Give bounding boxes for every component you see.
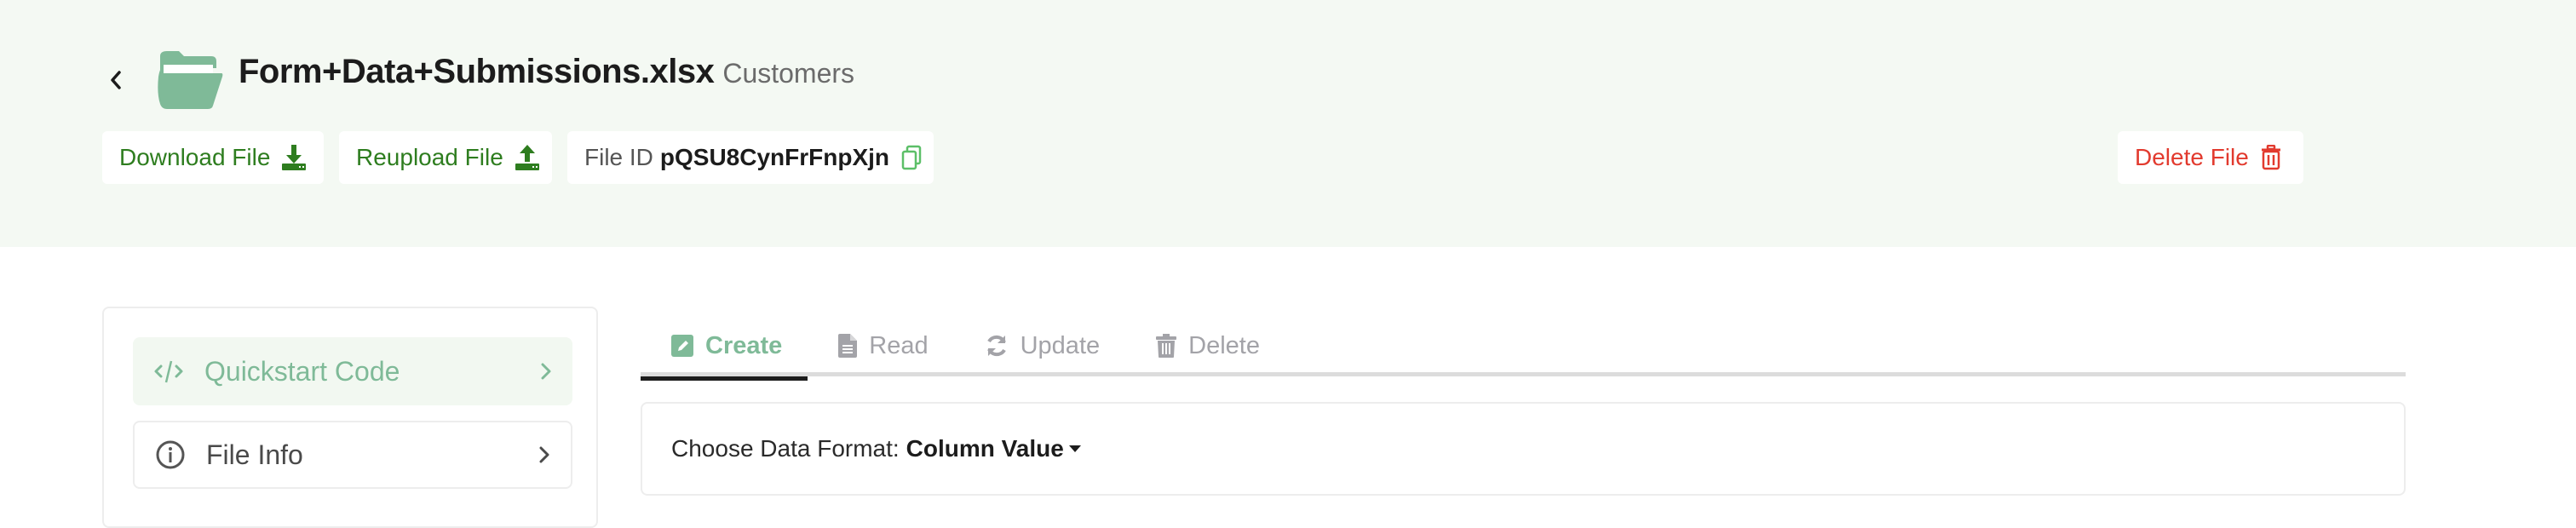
code-icon [154, 360, 183, 383]
crud-tabs: Create Read Update Delete [641, 315, 2406, 381]
trash-icon [1156, 334, 1177, 358]
tab-update[interactable]: Update [954, 315, 1126, 376]
data-format-card: Choose Data Format: Column Value [641, 402, 2406, 496]
chevron-left-icon [111, 71, 121, 89]
sidebar-item-quickstart-code[interactable]: Quickstart Code [133, 337, 572, 405]
sidebar-item-label: File Info [206, 439, 303, 470]
file-header: Form+Data+Submissions.xlsx Customers Dow… [0, 0, 2576, 247]
reupload-file-label: Reupload File [356, 144, 503, 170]
tab-delete[interactable]: Delete [1125, 315, 1285, 376]
delete-file-label: Delete File [2135, 144, 2249, 170]
tab-label: Delete [1188, 331, 1260, 359]
caret-down-icon [1068, 445, 1081, 452]
sheet-name: Customers [722, 58, 855, 89]
chevron-right-icon [539, 446, 549, 463]
file-icon [838, 334, 858, 358]
folder-open-icon [158, 51, 223, 109]
info-icon [156, 440, 185, 469]
sidebar-item-file-info[interactable]: File Info [133, 421, 572, 489]
download-icon [282, 145, 307, 170]
download-file-button[interactable]: Download File [102, 131, 324, 184]
reupload-file-button[interactable]: Reupload File [339, 131, 552, 184]
tab-label: Read [869, 331, 929, 359]
trash-icon [2261, 145, 2281, 170]
tab-label: Create [705, 331, 783, 359]
file-id-box: File ID pQSU8CynFrFnpXjn [567, 131, 934, 184]
data-format-dropdown[interactable]: Column Value [906, 435, 1081, 462]
delete-file-button[interactable]: Delete File [2118, 131, 2303, 184]
data-format-value: Column Value [906, 435, 1064, 462]
edit-icon [671, 335, 693, 357]
chevron-right-icon [541, 363, 551, 380]
sidebar: Quickstart Code File Info [102, 307, 598, 528]
file-id-value: pQSU8CynFrFnpXjn [659, 144, 890, 170]
back-button[interactable] [106, 65, 126, 95]
file-title: Form+Data+Submissions.xlsx Customers [239, 53, 854, 91]
download-file-label: Download File [119, 144, 271, 170]
upload-icon [515, 145, 539, 170]
tab-read[interactable]: Read [808, 315, 953, 376]
sidebar-item-label: Quickstart Code [204, 355, 400, 387]
copy-icon[interactable] [901, 145, 922, 170]
file-name: Form+Data+Submissions.xlsx [239, 53, 715, 90]
file-id-label: File ID [584, 144, 653, 170]
tab-create[interactable]: Create [641, 315, 808, 381]
data-format-label: Choose Data Format: [671, 435, 900, 462]
tab-label: Update [1020, 331, 1101, 359]
refresh-icon [985, 334, 1009, 358]
